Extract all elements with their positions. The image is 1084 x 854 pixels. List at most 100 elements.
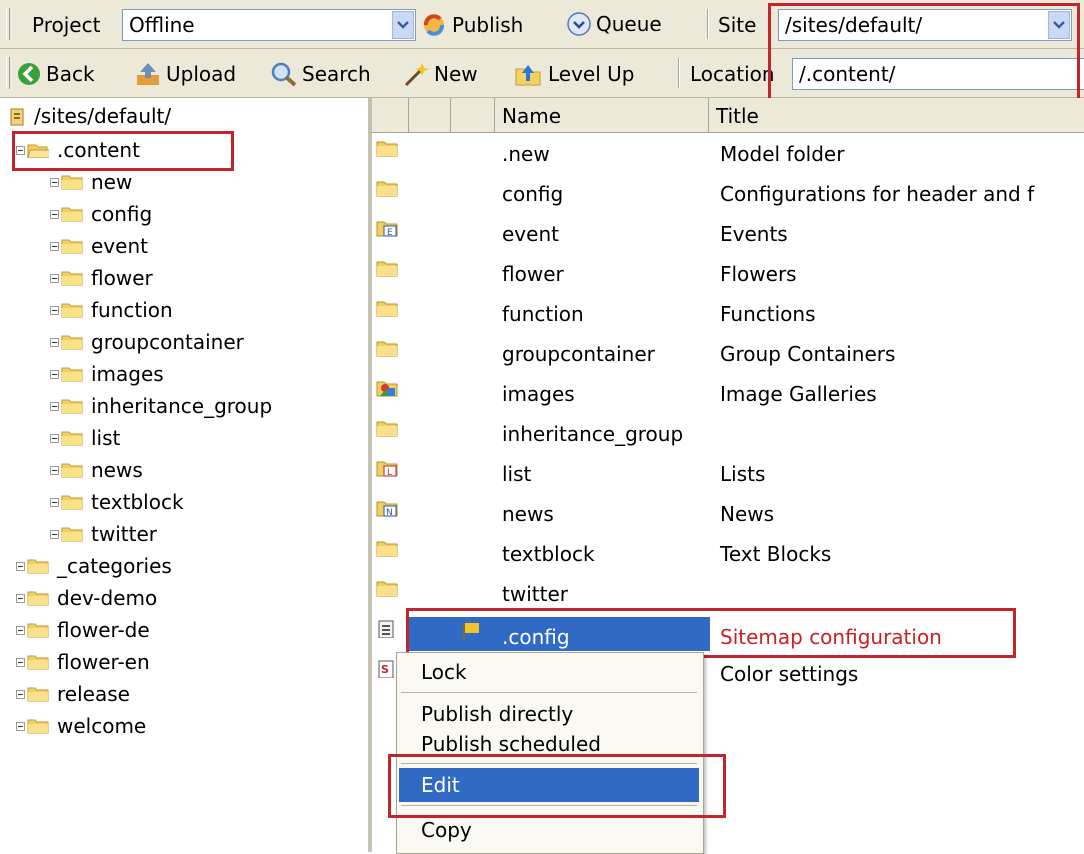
chevron-down-icon[interactable] — [1048, 11, 1070, 39]
expand-icon[interactable] — [50, 273, 59, 283]
tree-item-inheritance-group[interactable]: inheritance_group — [50, 391, 272, 421]
search-button[interactable]: Search — [270, 61, 371, 87]
tree-item-images[interactable]: images — [50, 359, 164, 389]
menu-item-publish-directly[interactable]: Publish directly — [399, 697, 699, 731]
tree-item-release[interactable]: release — [16, 679, 130, 709]
expand-icon[interactable] — [16, 561, 25, 571]
tree-item-flower-en[interactable]: flower-en — [16, 647, 150, 677]
expand-icon[interactable] — [50, 177, 59, 187]
folder-icon — [27, 719, 49, 734]
menu-item-copy[interactable]: Copy — [399, 813, 699, 847]
tree-item-config[interactable]: config — [50, 199, 152, 229]
tree-item-groupcontainer[interactable]: groupcontainer — [50, 327, 244, 357]
back-button[interactable]: Back — [16, 61, 95, 87]
menu-item-lock[interactable]: Lock — [399, 655, 699, 689]
upload-button[interactable]: Upload — [134, 61, 236, 87]
collapse-icon[interactable] — [16, 145, 25, 155]
folder-icon — [376, 581, 398, 597]
table-row[interactable]: Nnews News — [372, 494, 1084, 534]
expand-icon[interactable] — [50, 401, 59, 411]
folder-icon — [61, 527, 83, 542]
row-title: Image Galleries — [720, 382, 877, 406]
menu-item-edit[interactable]: Edit — [399, 768, 699, 802]
folder-icon — [376, 141, 398, 157]
table-row[interactable]: flower Flowers — [372, 254, 1084, 294]
table-row[interactable]: Eevent Events — [372, 214, 1084, 254]
folder-tree[interactable]: /sites/default/ .content new config event f… — [0, 98, 368, 852]
expand-icon[interactable] — [50, 497, 59, 507]
table-row[interactable]: function Functions — [372, 294, 1084, 334]
gallery-folder-icon — [376, 381, 398, 397]
tree-item-news[interactable]: news — [50, 455, 143, 485]
tree-item-flower-de[interactable]: flower-de — [16, 615, 150, 645]
site-select[interactable]: /sites/default/ — [778, 9, 1072, 41]
expand-icon[interactable] — [50, 209, 59, 219]
expand-icon[interactable] — [50, 337, 59, 347]
row-name: groupcontainer — [502, 342, 655, 366]
tree-item-label: flower — [91, 266, 153, 290]
expand-icon[interactable] — [16, 593, 25, 603]
table-row[interactable]: Llist Lists — [372, 454, 1084, 494]
tree-item-content[interactable]: .content — [16, 135, 140, 165]
folder-icon — [61, 367, 83, 382]
expand-icon[interactable] — [50, 241, 59, 251]
tree-item-new[interactable]: new — [50, 167, 132, 197]
tree-item-label: groupcontainer — [91, 330, 244, 354]
table-row[interactable]: textblock Text Blocks — [372, 534, 1084, 574]
menu-item-publish-scheduled[interactable]: Publish scheduled — [399, 727, 699, 761]
level-up-button[interactable]: Level Up — [514, 61, 634, 87]
tree-item-event[interactable]: event — [50, 231, 148, 261]
expand-icon[interactable] — [50, 369, 59, 379]
header-col-name[interactable]: Name — [494, 98, 709, 132]
new-button[interactable]: New — [402, 61, 478, 87]
header-col-icon[interactable] — [372, 98, 409, 132]
folder-icon — [27, 559, 49, 574]
folder-icon — [27, 687, 49, 702]
toolbar-grip[interactable] — [6, 8, 10, 40]
tree-item-categories[interactable]: _categories — [16, 551, 172, 581]
table-row[interactable]: inheritance_group — [372, 414, 1084, 454]
expand-icon[interactable] — [50, 529, 59, 539]
tree-item-flower[interactable]: flower — [50, 263, 153, 293]
tree-item-label: twitter — [91, 522, 157, 546]
chevron-down-icon[interactable] — [392, 11, 414, 39]
table-row[interactable]: groupcontainer Group Containers — [372, 334, 1084, 374]
tree-item-dev-demo[interactable]: dev-demo — [16, 583, 157, 613]
menu-item-label: Lock — [421, 660, 467, 684]
menu-item-label: Publish directly — [421, 702, 574, 726]
publish-icon — [424, 14, 444, 36]
tree-root[interactable]: /sites/default/ — [8, 101, 171, 131]
table-row[interactable]: .config Sitemap configuration — [372, 614, 1084, 654]
publish-button[interactable]: Publish — [420, 11, 523, 39]
header-col-state[interactable] — [408, 98, 451, 132]
folder-icon — [61, 463, 83, 478]
folder-icon — [27, 623, 49, 638]
tree-item-list[interactable]: list — [50, 423, 120, 453]
expand-icon[interactable] — [16, 689, 25, 699]
header-col-lock[interactable] — [450, 98, 495, 132]
location-input[interactable]: /.content/ — [792, 58, 1084, 90]
tree-item-function[interactable]: function — [50, 295, 173, 325]
menu-item-label: Publish scheduled — [421, 732, 601, 756]
tree-item-textblock[interactable]: textblock — [50, 487, 184, 517]
context-menu: Lock Publish directly Publish scheduled … — [396, 652, 704, 854]
row-name: flower — [502, 262, 564, 286]
header-col-title[interactable]: Title — [708, 98, 1084, 132]
expand-icon[interactable] — [16, 721, 25, 731]
expand-icon[interactable] — [16, 657, 25, 667]
queue-button[interactable]: Queue — [566, 11, 662, 37]
toolbar-grip[interactable] — [6, 57, 10, 89]
table-row[interactable]: config Configurations for header and f — [372, 174, 1084, 214]
table-row[interactable]: images Image Galleries — [372, 374, 1084, 414]
project-select[interactable]: Offline — [122, 9, 416, 41]
table-row[interactable]: .new Model folder — [372, 134, 1084, 174]
table-row[interactable]: twitter — [372, 574, 1084, 614]
tree-item-welcome[interactable]: welcome — [16, 711, 146, 741]
expand-icon[interactable] — [50, 305, 59, 315]
expand-icon[interactable] — [50, 465, 59, 475]
tree-item-label: new — [91, 170, 133, 194]
project-label: Project — [32, 13, 101, 37]
expand-icon[interactable] — [50, 433, 59, 443]
expand-icon[interactable] — [16, 625, 25, 635]
tree-item-twitter[interactable]: twitter — [50, 519, 157, 549]
